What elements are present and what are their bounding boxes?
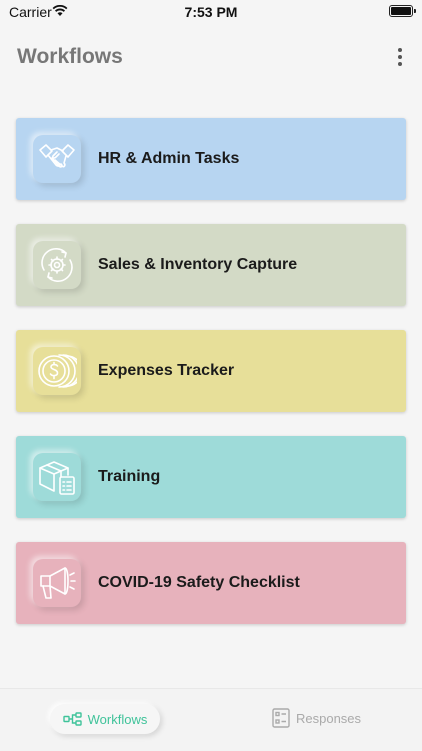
page-title: Workflows [17,45,123,68]
workflow-card-label: HR & Admin Tasks [98,150,240,167]
gear-cycle-icon [33,241,81,289]
workflow-icon [62,712,82,726]
box-checklist-icon [33,453,81,501]
tab-responses[interactable]: Responses [272,708,361,728]
workflow-card-training[interactable]: Training [16,436,406,518]
workflow-list: HR & Admin Tasks Sales & Inventory Captu… [16,118,406,648]
more-options-button[interactable] [393,48,407,68]
tab-responses-label: Responses [296,710,362,726]
tab-workflows[interactable]: Workflows [50,704,160,734]
tab-workflows-label: Workflows [87,711,148,727]
tab-bar: Workflows Responses [0,688,422,751]
handshake-icon [33,135,81,183]
workflow-card-label: Training [98,468,161,485]
workflow-card-label: COVID-19 Safety Checklist [98,574,300,591]
workflow-card-hr-admin[interactable]: HR & Admin Tasks [16,118,406,200]
megaphone-icon [33,559,81,607]
responses-list-icon [272,708,290,728]
status-time: 7:53 PM [184,4,238,20]
workflow-card-label: Sales & Inventory Capture [98,256,298,273]
battery-icon [389,5,416,17]
status-bar: Carrier 7:53 PM [0,0,422,24]
more-vertical-icon [398,48,402,52]
workflow-card-covid-checklist[interactable]: COVID-19 Safety Checklist [16,542,406,624]
workflow-card-sales-inventory[interactable]: Sales & Inventory Capture [16,224,406,306]
coins-icon [33,347,81,395]
workflow-card-expenses[interactable]: Expenses Tracker [16,330,406,412]
workflow-card-label: Expenses Tracker [98,362,235,379]
